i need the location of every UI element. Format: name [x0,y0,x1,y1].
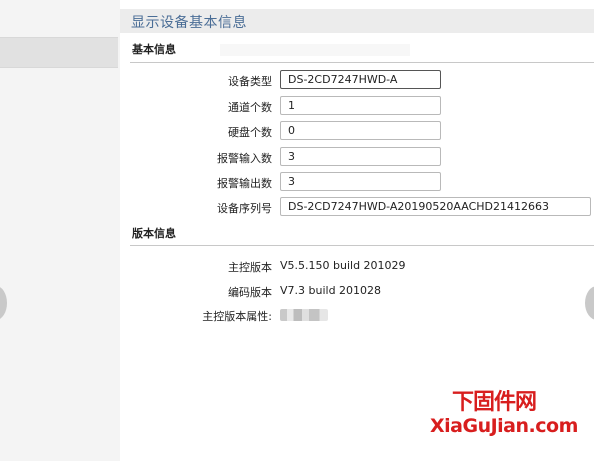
serial-number-field[interactable] [280,197,591,216]
title-bar: 显示设备基本信息 [120,9,594,33]
channel-count-field[interactable] [280,96,441,115]
watermark-cn: 下固件网 [452,390,537,415]
device-type-field[interactable] [280,70,441,89]
disk-count-field[interactable] [280,121,441,140]
scroll-right-icon[interactable] [585,286,594,320]
alarm-input-label: 报警输入数 [217,152,272,165]
watermark-en: XiaGuJian.com [430,415,578,437]
disk-count-label: 硬盘个数 [228,126,272,139]
section-shade [220,44,410,56]
nav-item-selected[interactable] [0,37,118,68]
encode-version-value: V7.3 build 201028 [280,284,382,297]
channel-count-label: 通道个数 [228,101,272,114]
section-divider [130,62,594,63]
left-navigation [0,0,120,461]
basic-info-heading: 基本信息 [132,43,176,56]
main-version-value: V5.5.150 build 201029 [280,259,406,272]
alarm-output-field[interactable] [280,172,441,191]
alarm-output-label: 报警输出数 [217,177,272,190]
device-type-label: 设备类型 [228,75,272,88]
main-version-label: 主控版本 [228,261,272,274]
encode-version-label: 编码版本 [228,286,272,299]
blurred-value [280,309,328,321]
main-version-attr-label: 主控版本属性: [202,310,272,323]
serial-number-label: 设备序列号 [217,202,272,215]
section-divider [130,245,594,246]
page-title: 显示设备基本信息 [131,15,247,31]
version-info-heading: 版本信息 [132,227,176,240]
alarm-input-field[interactable] [280,147,441,166]
